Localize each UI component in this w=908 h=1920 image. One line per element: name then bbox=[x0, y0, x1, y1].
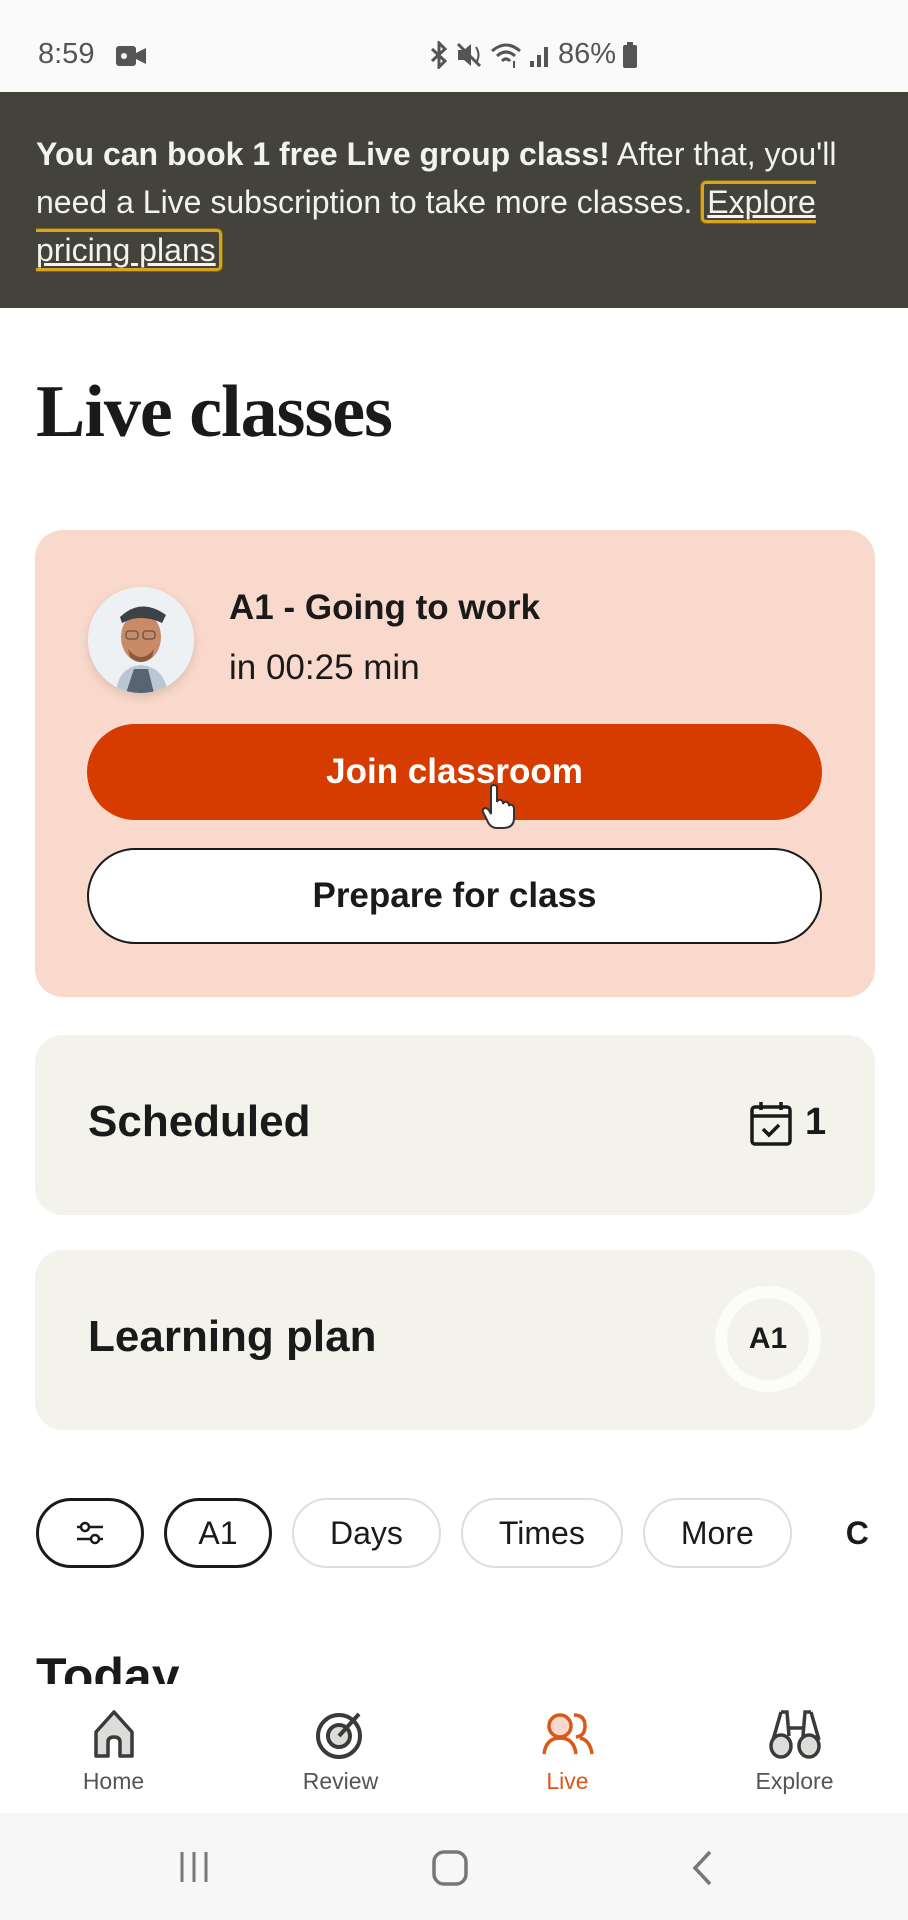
prepare-for-class-button[interactable]: Prepare for class bbox=[87, 848, 822, 944]
nav-home[interactable]: Home bbox=[0, 1690, 227, 1813]
free-class-banner: You can book 1 free Live group class! Af… bbox=[0, 92, 908, 308]
status-time: 8:59 bbox=[38, 38, 95, 70]
section-heading-today: Today bbox=[36, 1648, 180, 1684]
binoculars-icon bbox=[768, 1710, 821, 1759]
system-nav-bar bbox=[0, 1813, 908, 1920]
filter-chip-level[interactable]: A1 bbox=[164, 1498, 272, 1568]
upcoming-class-card: A1 - Going to work in 00:25 min Join cla… bbox=[35, 530, 875, 997]
learning-plan-label: Learning plan bbox=[88, 1312, 377, 1361]
hand-cursor-icon bbox=[481, 784, 515, 829]
scheduled-count: 1 bbox=[805, 1101, 827, 1143]
filter-chips: A1 Days Times More C bbox=[36, 1498, 869, 1568]
scheduled-card[interactable]: Scheduled 1 bbox=[35, 1035, 875, 1215]
banner-bold-text: You can book 1 free Live group class! bbox=[36, 136, 610, 172]
class-countdown: in 00:25 min bbox=[229, 648, 420, 687]
filter-chip-days[interactable]: Days bbox=[292, 1498, 441, 1568]
video-camera-icon bbox=[116, 46, 146, 66]
calendar-check-icon bbox=[750, 1102, 792, 1146]
battery-icon bbox=[623, 41, 638, 68]
back-button[interactable] bbox=[690, 1849, 714, 1887]
mute-icon bbox=[456, 42, 482, 67]
page-title: Live classes bbox=[36, 371, 393, 453]
nav-home-label: Home bbox=[82, 1768, 145, 1794]
bluetooth-icon bbox=[430, 40, 448, 69]
signal-icon bbox=[530, 46, 548, 67]
class-title: A1 - Going to work bbox=[229, 588, 541, 627]
learning-plan-card[interactable]: Learning plan A1 bbox=[35, 1250, 875, 1430]
level-progress-ring: A1 bbox=[715, 1286, 821, 1392]
target-icon bbox=[315, 1712, 362, 1759]
sliders-icon bbox=[77, 1521, 103, 1545]
wifi-icon bbox=[491, 43, 521, 68]
people-icon bbox=[541, 1713, 594, 1755]
nav-review-label: Review bbox=[302, 1768, 379, 1794]
nav-live[interactable]: Live bbox=[454, 1690, 681, 1813]
home-button[interactable] bbox=[431, 1849, 469, 1887]
filter-chip-times[interactable]: Times bbox=[460, 1498, 623, 1568]
bottom-nav: Home Review Live Explore bbox=[0, 1690, 908, 1813]
filter-settings-button[interactable] bbox=[36, 1498, 144, 1568]
filter-chip-truncated[interactable]: C bbox=[846, 1515, 869, 1552]
status-icons: 86% bbox=[428, 38, 638, 71]
join-classroom-button[interactable]: Join classroom bbox=[87, 724, 822, 820]
nav-live-label: Live bbox=[546, 1768, 589, 1794]
recent-apps-button[interactable] bbox=[176, 1849, 212, 1885]
scheduled-label: Scheduled bbox=[88, 1097, 311, 1146]
battery-percent: 86% bbox=[558, 38, 617, 70]
home-icon bbox=[93, 1710, 134, 1758]
nav-explore-label: Explore bbox=[755, 1768, 834, 1794]
filter-chip-more[interactable]: More bbox=[642, 1498, 792, 1568]
nav-review[interactable]: Review bbox=[227, 1690, 454, 1813]
status-bar: 8:59 86% bbox=[0, 0, 908, 92]
teacher-avatar bbox=[88, 587, 194, 693]
nav-explore[interactable]: Explore bbox=[681, 1690, 908, 1813]
